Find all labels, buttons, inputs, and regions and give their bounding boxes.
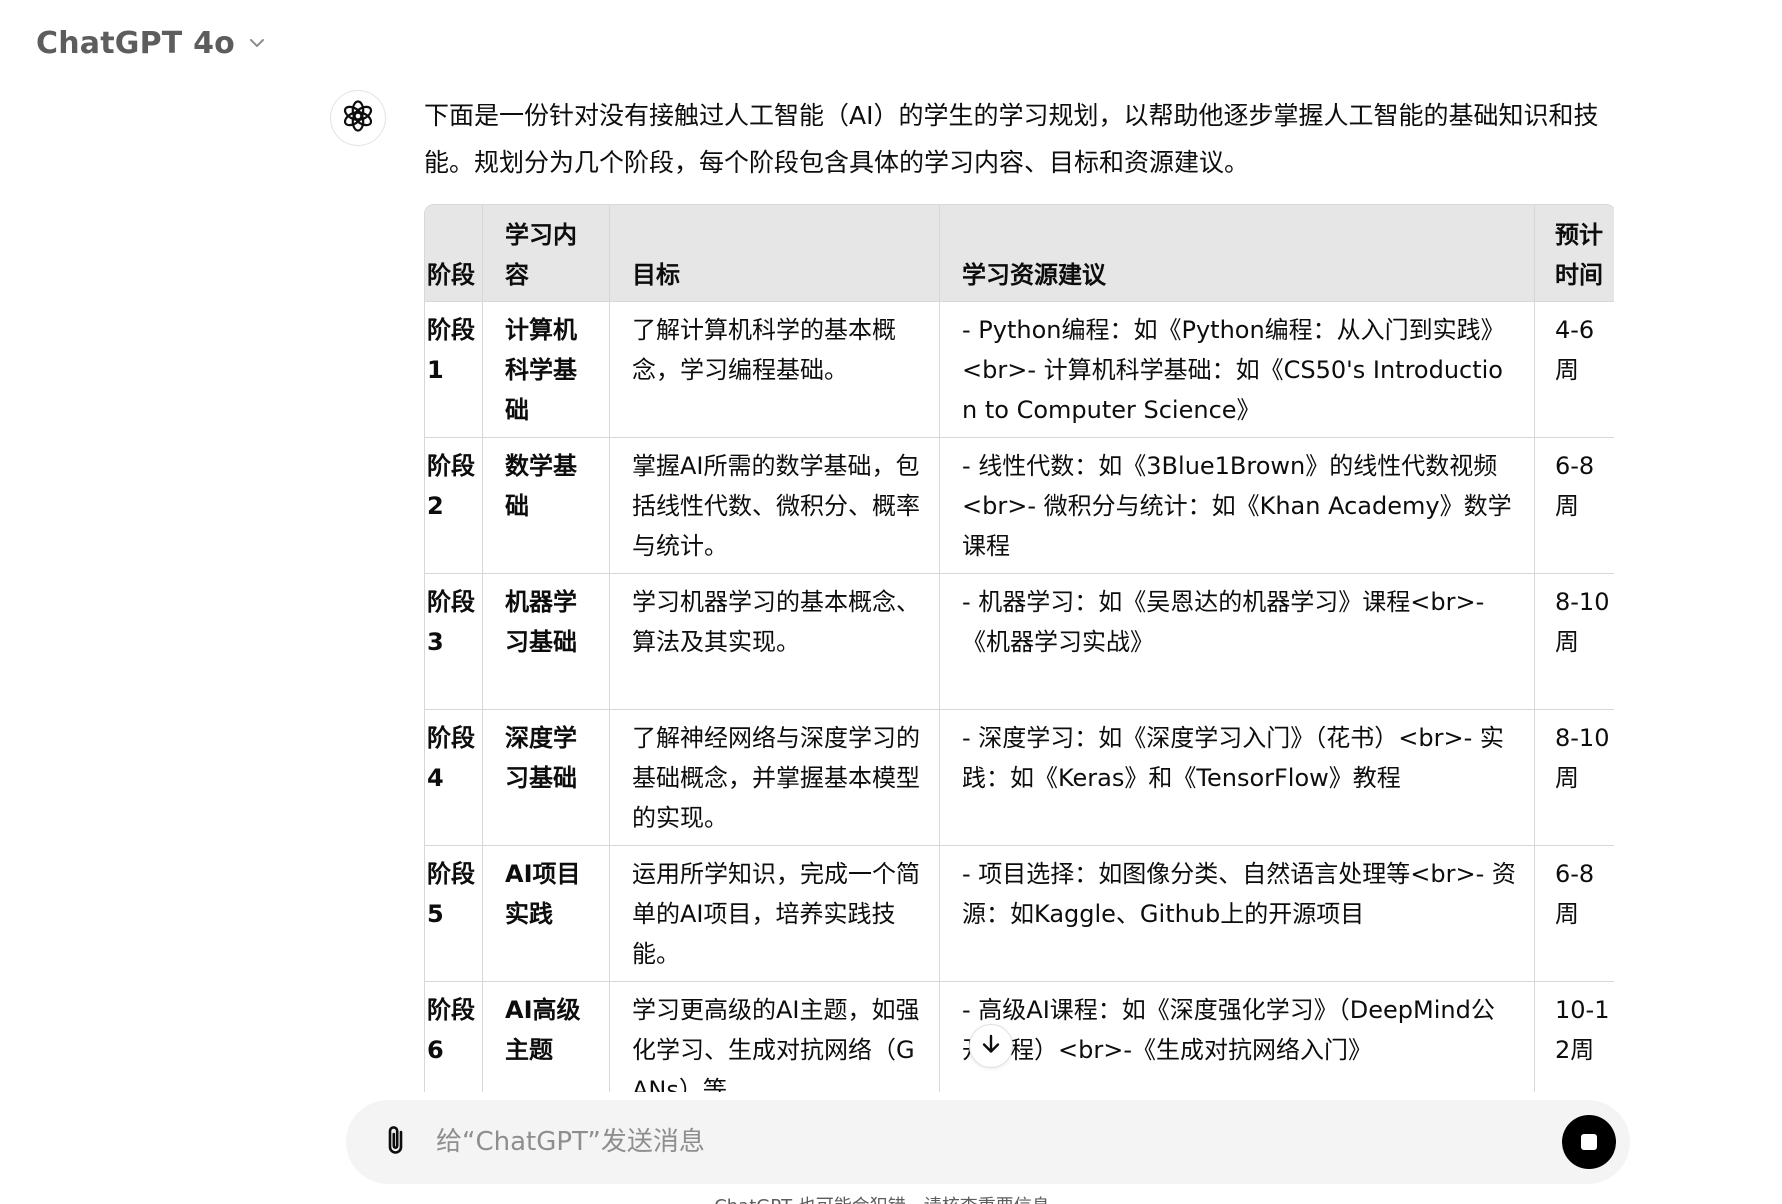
content-cell: 计算机科学基础 (483, 302, 610, 438)
resource-cell: - Python编程：如《Python编程：从入门到实践》<br>- 计算机科学… (940, 302, 1535, 438)
stop-button[interactable] (1562, 1115, 1616, 1169)
time-cell: 6-8周 (1535, 438, 1614, 574)
header-cell: 目标 (610, 205, 940, 302)
chevron-down-icon (247, 33, 267, 53)
model-selector[interactable]: ChatGPT 4o (24, 18, 279, 68)
stop-icon (1581, 1134, 1597, 1150)
table-container: 阶段 学习内容 目标 学习资源建议 预计时间 阶段1 计算机科学基础 了解计算机… (424, 204, 1614, 1092)
scroll-down-button[interactable] (969, 1024, 1013, 1068)
stage-cell: 阶段2 (425, 438, 483, 574)
resource-cell: - 项目选择：如图像分类、自然语言处理等<br>- 资源：如Kaggle、Git… (940, 846, 1535, 982)
resource-cell: - 深度学习：如《深度学习入门》（花书）<br>- 实践：如《Keras》和《T… (940, 710, 1535, 846)
goal-cell: 运用所学知识，完成一个简单的AI项目，培养实践技能。 (610, 846, 940, 982)
stage-cell: 阶段5 (425, 846, 483, 982)
table-row: 阶段1 计算机科学基础 了解计算机科学的基本概念，学习编程基础。 - Pytho… (425, 302, 1614, 438)
assistant-avatar (330, 90, 386, 146)
arrow-down-icon (980, 1033, 1002, 1059)
message-composer (346, 1100, 1630, 1184)
content-cell: AI高级主题 (483, 982, 610, 1092)
openai-logo-icon (341, 99, 375, 137)
header-cell: 学习资源建议 (940, 205, 1535, 302)
paperclip-icon (382, 1123, 410, 1161)
goal-cell: 了解计算机科学的基本概念，学习编程基础。 (610, 302, 940, 438)
resource-cell: - 高级AI课程：如《深度强化学习》（DeepMind公开课程）<br>-《生成… (940, 982, 1535, 1092)
goal-cell: 学习更高级的AI主题，如强化学习、生成对抗网络（GANs）等。 (610, 982, 940, 1092)
disclaimer: ChatGPT 也可能会犯错。请核查重要信息。 (0, 1192, 1782, 1204)
time-cell: 8-10周 (1535, 574, 1614, 710)
content-cell: AI项目实践 (483, 846, 610, 982)
table-header-row: 阶段 学习内容 目标 学习资源建议 预计时间 (425, 205, 1614, 302)
stage-cell: 阶段1 (425, 302, 483, 438)
header-cell: 学习内容 (483, 205, 610, 302)
goal-cell: 学习机器学习的基本概念、算法及其实现。 (610, 574, 940, 710)
content-cell: 机器学习基础 (483, 574, 610, 710)
resource-cell: - 机器学习：如《吴恩达的机器学习》课程<br>-《机器学习实战》 (940, 574, 1535, 710)
header-cell: 阶段 (425, 205, 483, 302)
time-cell: 10-12周 (1535, 982, 1614, 1092)
header-cell: 预计时间 (1535, 205, 1614, 302)
chat-page: ChatGPT 4o 下面是一份针对没有接触过人工智能（AI）的学生的学习规划，… (0, 0, 1782, 1204)
message-intro: 下面是一份针对没有接触过人工智能（AI）的学生的学习规划，以帮助他逐步掌握人工智… (424, 101, 1599, 177)
table-row: 阶段3 机器学习基础 学习机器学习的基本概念、算法及其实现。 - 机器学习：如《… (425, 574, 1614, 710)
content-cell: 数学基础 (483, 438, 610, 574)
table-row: 阶段5 AI项目实践 运用所学知识，完成一个简单的AI项目，培养实践技能。 - … (425, 846, 1614, 982)
time-cell: 4-6周 (1535, 302, 1614, 438)
resource-cell: - 线性代数：如《3Blue1Brown》的线性代数视频<br>- 微积分与统计… (940, 438, 1535, 574)
stage-cell: 阶段6 (425, 982, 483, 1092)
time-cell: 6-8周 (1535, 846, 1614, 982)
stage-cell: 阶段4 (425, 710, 483, 846)
table-row: 阶段4 深度学习基础 了解神经网络与深度学习的基础概念，并掌握基本模型的实现。 … (425, 710, 1614, 846)
message-input[interactable] (434, 1116, 1562, 1168)
table-row: 阶段6 AI高级主题 学习更高级的AI主题，如强化学习、生成对抗网络（GANs）… (425, 982, 1614, 1092)
goal-cell: 了解神经网络与深度学习的基础概念，并掌握基本模型的实现。 (610, 710, 940, 846)
table-row: 阶段2 数学基础 掌握AI所需的数学基础，包括线性代数、微积分、概率与统计。 -… (425, 438, 1614, 574)
stage-cell: 阶段3 (425, 574, 483, 710)
time-cell: 8-10周 (1535, 710, 1614, 846)
goal-cell: 掌握AI所需的数学基础，包括线性代数、微积分、概率与统计。 (610, 438, 940, 574)
attach-button[interactable] (376, 1122, 416, 1162)
content-cell: 深度学习基础 (483, 710, 610, 846)
model-name: ChatGPT 4o (36, 25, 235, 61)
study-plan-table: 阶段 学习内容 目标 学习资源建议 预计时间 阶段1 计算机科学基础 了解计算机… (424, 204, 1614, 1092)
assistant-message: 下面是一份针对没有接触过人工智能（AI）的学生的学习规划，以帮助他逐步掌握人工智… (424, 92, 1624, 1092)
